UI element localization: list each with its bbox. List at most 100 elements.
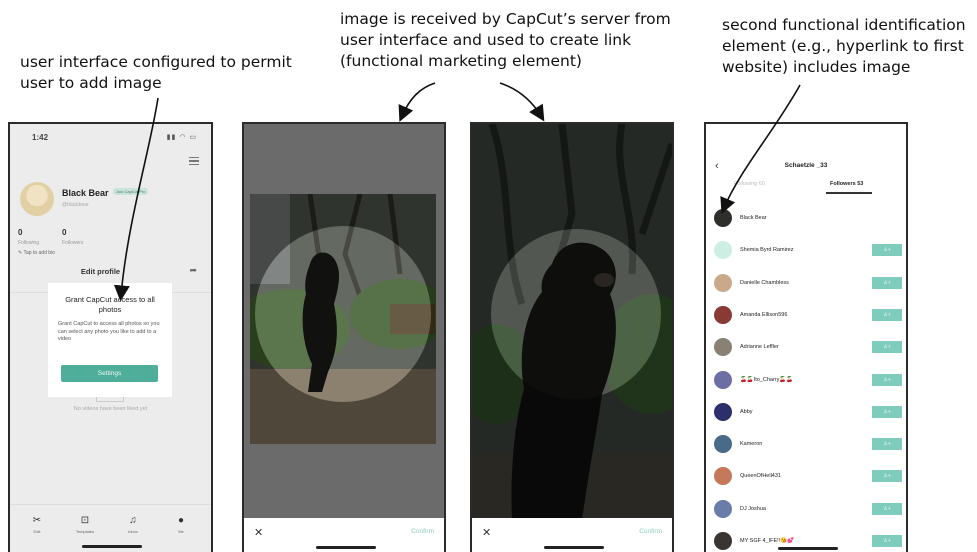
avatar[interactable] <box>714 273 732 292</box>
follow-back-button[interactable]: ♙+ <box>872 341 902 354</box>
dialog-title: Grant CapCut access to all photos <box>65 295 155 314</box>
avatar[interactable] <box>714 402 732 421</box>
follower-name[interactable]: QueenOfHell431 <box>740 473 781 479</box>
follow-back-button[interactable]: ♙+ <box>872 405 902 418</box>
follower-name[interactable]: MY SGF 4_IFE!!😘💕 <box>740 538 794 544</box>
follower-row[interactable]: Black Bear <box>714 208 902 232</box>
follower-row[interactable]: QueenOfHell431 ♙+ <box>714 466 902 490</box>
follower-row[interactable]: Kameron ♙+ <box>714 434 902 458</box>
settings-button[interactable]: Settings <box>61 365 158 382</box>
follower-name[interactable]: 🍒🍒Ito_Charry🍒🍒 <box>740 377 793 383</box>
profile-name: Black Bear <box>62 188 109 198</box>
follow-back-button[interactable]: ♙+ <box>872 438 902 451</box>
pro-badge[interactable]: Join CapCut Pro <box>113 188 149 195</box>
scissors-icon: ✂ <box>32 515 42 526</box>
follower-row[interactable]: Adrianne Leffler ♙+ <box>714 337 902 361</box>
crop-photo-area[interactable] <box>250 194 436 444</box>
follow-back-button[interactable]: ♙+ <box>872 535 902 547</box>
follower-name[interactable]: Kameron <box>740 441 762 447</box>
follow-back-button[interactable]: ♙+ <box>872 308 902 321</box>
crop-bottom-bar: ✕ Confirm <box>472 518 672 552</box>
avatar[interactable] <box>714 532 732 550</box>
follower-row[interactable]: DJ Joshua ♙+ <box>714 499 902 523</box>
page-title: Schaetzle _33 <box>784 162 828 169</box>
bell-icon: ♫ <box>129 515 137 526</box>
follower-name[interactable]: Shemia Byrd Ramirez <box>740 247 794 253</box>
nav-inbox[interactable]: ♫ Inbox <box>118 515 148 534</box>
arrow-to-crop-small <box>398 82 436 122</box>
close-icon[interactable]: ✕ <box>254 526 263 539</box>
nav-me[interactable]: ● Me <box>166 515 196 534</box>
edit-profile-button[interactable]: Edit profile <box>18 265 183 279</box>
phone-profile-screen: 1:42 ▮▮ ◠ ▭ Black Bear Join CapCut Pro @… <box>8 122 213 552</box>
confirm-button[interactable]: Confirm <box>411 528 434 535</box>
followers-label: Followers <box>62 240 84 246</box>
nav-templates-label: Templates <box>75 529 95 534</box>
follower-row[interactable]: Amanda Ellison596 ♙+ <box>714 305 902 329</box>
status-icons: ▮▮ ◠ ▭ <box>166 134 197 141</box>
templates-icon: ⊡ <box>80 515 90 526</box>
nav-edit-label: Edit <box>33 529 41 534</box>
followers-count[interactable]: 0 <box>62 228 66 237</box>
follow-back-button[interactable]: ♙+ <box>872 470 902 483</box>
crop-photo-area[interactable] <box>472 124 672 520</box>
follower-name[interactable]: DJ Joshua <box>740 506 766 512</box>
crop-bottom-bar: ✕ Confirm <box>244 518 444 552</box>
follower-name[interactable]: Danielle Chambless <box>740 280 789 286</box>
follow-back-button[interactable]: ♙+ <box>872 502 902 515</box>
avatar[interactable] <box>714 435 732 454</box>
follow-back-button[interactable]: ♙+ <box>872 244 902 257</box>
tab-following[interactable]: Following 60 <box>734 181 765 187</box>
crop-mask <box>472 124 672 520</box>
profile-avatar[interactable] <box>20 182 54 216</box>
follower-row[interactable]: 🍒🍒Ito_Charry🍒🍒 ♙+ <box>714 370 902 394</box>
annotation-right: second functional identification element… <box>722 16 966 76</box>
bio-prompt[interactable]: ✎ Tap to add bio <box>18 250 55 256</box>
annotation-middle: image is received by CapCut’s server fro… <box>340 10 671 70</box>
follower-row[interactable]: Shemia Byrd Ramirez ♙+ <box>714 240 902 264</box>
phone-followers-screen: ‹ Schaetzle _33 Following 60 Followers 5… <box>704 122 908 552</box>
close-icon[interactable]: ✕ <box>482 526 491 539</box>
phone-crop-screen-large: ✕ Confirm <box>470 122 674 552</box>
phone-crop-screen-small: ✕ Confirm <box>242 122 446 552</box>
arrow-to-crop-large <box>499 82 545 122</box>
follower-name[interactable]: Abby <box>740 409 753 415</box>
avatar[interactable] <box>714 338 732 357</box>
home-indicator <box>316 546 376 549</box>
bottom-nav: ✂ Edit ⊡ Templates ♫ Inbox ● Me <box>10 504 211 552</box>
follower-row[interactable]: Danielle Chambless ♙+ <box>714 273 902 297</box>
avatar[interactable] <box>714 370 732 389</box>
status-bar: 1:42 ▮▮ ◠ ▭ <box>10 124 211 146</box>
nav-templates[interactable]: ⊡ Templates <box>70 515 100 534</box>
photo-access-dialog: Grant CapCut access to all photos Grant … <box>48 283 172 397</box>
follower-row[interactable]: Abby ♙+ <box>714 402 902 426</box>
following-label: Following <box>18 240 40 246</box>
home-indicator <box>82 545 142 548</box>
follow-back-button[interactable]: ♙+ <box>872 276 902 289</box>
nav-edit[interactable]: ✂ Edit <box>22 515 52 534</box>
annotation-left: user interface configured to permit user… <box>20 53 292 92</box>
dialog-body: Grant CapCut to access all photos so you… <box>58 321 160 342</box>
home-indicator <box>778 547 838 550</box>
home-indicator <box>544 546 604 549</box>
avatar[interactable] <box>714 305 732 324</box>
bio-prompt-text: Tap to add bio <box>23 250 55 256</box>
hamburger-menu-icon[interactable] <box>189 157 199 165</box>
avatar[interactable] <box>714 467 732 486</box>
nav-me-label: Me <box>178 529 184 534</box>
share-icon[interactable]: ➦ <box>189 265 197 276</box>
follower-name[interactable]: Black Bear <box>740 215 767 221</box>
tab-active-underline <box>826 192 872 194</box>
crop-mask <box>250 194 436 444</box>
status-time: 1:42 <box>32 133 49 142</box>
follow-back-button[interactable]: ♙+ <box>872 373 902 386</box>
following-count[interactable]: 0 <box>18 228 22 237</box>
avatar[interactable] <box>714 241 732 260</box>
follower-name[interactable]: Adrianne Leffler <box>740 344 779 350</box>
tab-followers[interactable]: Followers 53 <box>830 181 863 187</box>
avatar[interactable] <box>714 499 732 518</box>
follower-name[interactable]: Amanda Ellison596 <box>740 312 787 318</box>
nav-inbox-label: Inbox <box>128 529 138 534</box>
confirm-button[interactable]: Confirm <box>639 528 662 535</box>
avatar[interactable] <box>714 209 732 227</box>
